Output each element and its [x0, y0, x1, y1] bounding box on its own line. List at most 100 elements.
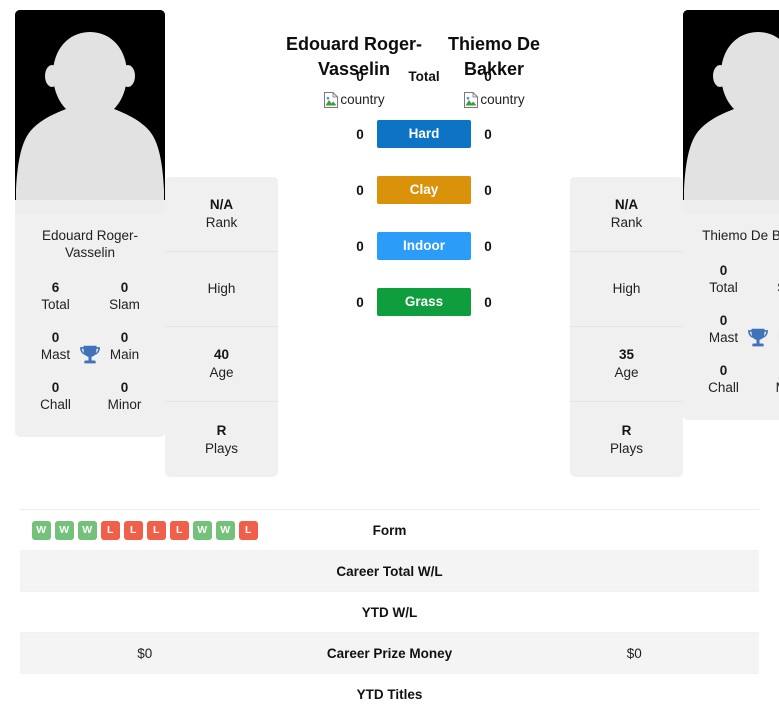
form-badges-left: W W W L L L L W W L	[31, 520, 258, 540]
stat-row-ytd-wl: YTD W/L	[20, 592, 759, 633]
trophy-value: 0	[719, 363, 728, 378]
stat-label: Form	[372, 522, 407, 538]
player-card-left: Edouard Roger-Vasselin 6 Total 0 Slam 0 …	[15, 10, 165, 437]
h2h-row-grass: 0 Grass 0	[284, 285, 564, 319]
stat-left-value: W W W L L L L W W L	[20, 520, 270, 540]
surface-badge-clay[interactable]: Clay	[377, 176, 471, 204]
trophy-value: 0	[120, 280, 129, 295]
form-badge: W	[31, 520, 51, 540]
form-badge: W	[77, 520, 97, 540]
trophy-stat-slam: 0 Slam	[90, 273, 159, 323]
form-badge: L	[146, 520, 166, 540]
trophy-value: 0	[758, 362, 779, 379]
h2h-right-value: 0	[484, 182, 492, 198]
avatar-left	[15, 10, 165, 214]
h2h-right-value: 0	[484, 294, 492, 310]
trophy-value: 0	[758, 262, 779, 279]
info-value: N/A	[614, 197, 639, 212]
stat-row-ytd-titles: YTD Titles	[20, 674, 759, 715]
trophy-value: 6	[51, 280, 60, 295]
h2h-right-value: 0	[484, 238, 492, 254]
info-age-right: 35 Age	[570, 327, 683, 402]
info-plays-right: R Plays	[570, 402, 683, 477]
form-badge: W	[54, 520, 74, 540]
form-badge: W	[215, 520, 235, 540]
h2h-left-value: 0	[356, 126, 364, 142]
info-label: Rank	[610, 215, 643, 230]
h2h-row-total: 0 Total 0	[284, 59, 564, 93]
h2h-right-value: 0	[484, 68, 492, 84]
info-label: Plays	[204, 440, 238, 456]
info-label: Age	[614, 365, 639, 380]
trophy-stat-slam: 0 Slam	[758, 256, 779, 306]
info-card-left: N/A Rank High 40 Age R Plays	[165, 177, 278, 477]
info-label: High	[612, 281, 641, 296]
stats-table: W W W L L L L W W L Form Career Total W/…	[20, 509, 759, 715]
trophy-label: Slam	[109, 297, 140, 312]
stat-label: Career Total W/L	[336, 563, 443, 579]
form-badge: L	[169, 520, 189, 540]
form-badge: L	[123, 520, 143, 540]
stat-label: YTD W/L	[361, 604, 418, 620]
trophy-value: 0	[120, 380, 129, 395]
h2h-left-value: 0	[356, 238, 364, 254]
trophy-label: Minor	[758, 379, 779, 396]
h2h-row-indoor: 0 Indoor 0	[284, 229, 564, 263]
h2h-left-value: 0	[356, 68, 364, 84]
info-value: N/A	[209, 197, 234, 212]
surface-badge-hard[interactable]: Hard	[377, 120, 471, 148]
info-high-left: High	[165, 252, 278, 327]
stat-right-value: $0	[626, 645, 642, 661]
h2h-right-value: 0	[484, 126, 492, 142]
info-label: High	[207, 281, 236, 296]
h2h-left-value: 0	[356, 182, 364, 198]
info-value: R	[216, 422, 227, 438]
trophy-label: Minor	[107, 397, 142, 412]
stat-row-form: W W W L L L L W W L Form	[20, 510, 759, 551]
h2h-left-value: 0	[356, 294, 364, 310]
stat-label: Career Prize Money	[326, 645, 453, 661]
trophy-stat-chall: 0 Chall	[689, 356, 758, 406]
trophy-value: 0	[51, 380, 60, 395]
surface-badge-indoor[interactable]: Indoor	[377, 232, 471, 260]
form-badge: L	[100, 520, 120, 540]
h2h-row-hard: 0 Hard 0	[284, 117, 564, 151]
trophy-value: 0	[719, 263, 728, 278]
stat-row-career-total-wl: Career Total W/L	[20, 551, 759, 592]
info-high-right: High	[570, 252, 683, 327]
trophy-label: Slam	[758, 279, 779, 296]
h2h-label: Total	[408, 68, 440, 84]
trophy-stat-total: 6 Total	[21, 273, 90, 323]
player-comparison-page: Edouard Roger-Vasselin 6 Total 0 Slam 0 …	[0, 0, 779, 719]
info-label: Plays	[609, 440, 643, 456]
form-badge: W	[192, 520, 212, 540]
info-plays-left: R Plays	[165, 402, 278, 477]
trophy-grid-left: 6 Total 0 Slam 0 Mast 0 Main 0 Chall 0 M…	[15, 273, 165, 437]
trophy-grid-right: 0 Total 0 Slam 0 Mast 0 Main 0 Chall	[683, 256, 779, 420]
trophy-stat-minor: 0 Minor	[758, 356, 779, 406]
stat-label: YTD Titles	[356, 687, 423, 702]
comparison-header: Edouard Roger-Vasselin 6 Total 0 Slam 0 …	[0, 0, 779, 495]
stat-left-value: $0	[137, 645, 153, 661]
stat-row-career-prize-money: $0 Career Prize Money $0	[20, 633, 759, 674]
trophy-label: Total	[41, 297, 70, 312]
info-rank-right: N/A Rank	[570, 177, 683, 252]
info-rank-left: N/A Rank	[165, 177, 278, 252]
trophy-stat-total: 0 Total	[689, 256, 758, 306]
trophy-label: Total	[709, 280, 738, 295]
player-name-right: Thiemo De Bakker	[702, 228, 779, 243]
info-label: Rank	[205, 215, 238, 230]
player-name-left: Edouard Roger-Vasselin	[41, 228, 139, 260]
info-value: R	[621, 422, 632, 438]
trophy-stat-minor: 0 Minor	[90, 373, 159, 423]
avatar-right	[683, 10, 779, 214]
head-to-head-table: 0 Total 0 0 Hard 0 0 Clay 0 0 Indoor 0 0…	[284, 59, 564, 319]
info-card-right: N/A Rank High 35 Age R Plays	[570, 177, 683, 477]
info-value: 40	[213, 347, 230, 362]
trophy-icon	[77, 343, 103, 369]
surface-badge-grass[interactable]: Grass	[377, 288, 471, 316]
trophy-label: Chall	[40, 397, 71, 412]
trophy-label: Chall	[708, 380, 739, 395]
player-card-right: Thiemo De Bakker 0 Total 0 Slam 0 Mast 0…	[683, 10, 779, 420]
center-column: Edouard Roger-Vasselin country Thiemo De…	[278, 10, 570, 319]
